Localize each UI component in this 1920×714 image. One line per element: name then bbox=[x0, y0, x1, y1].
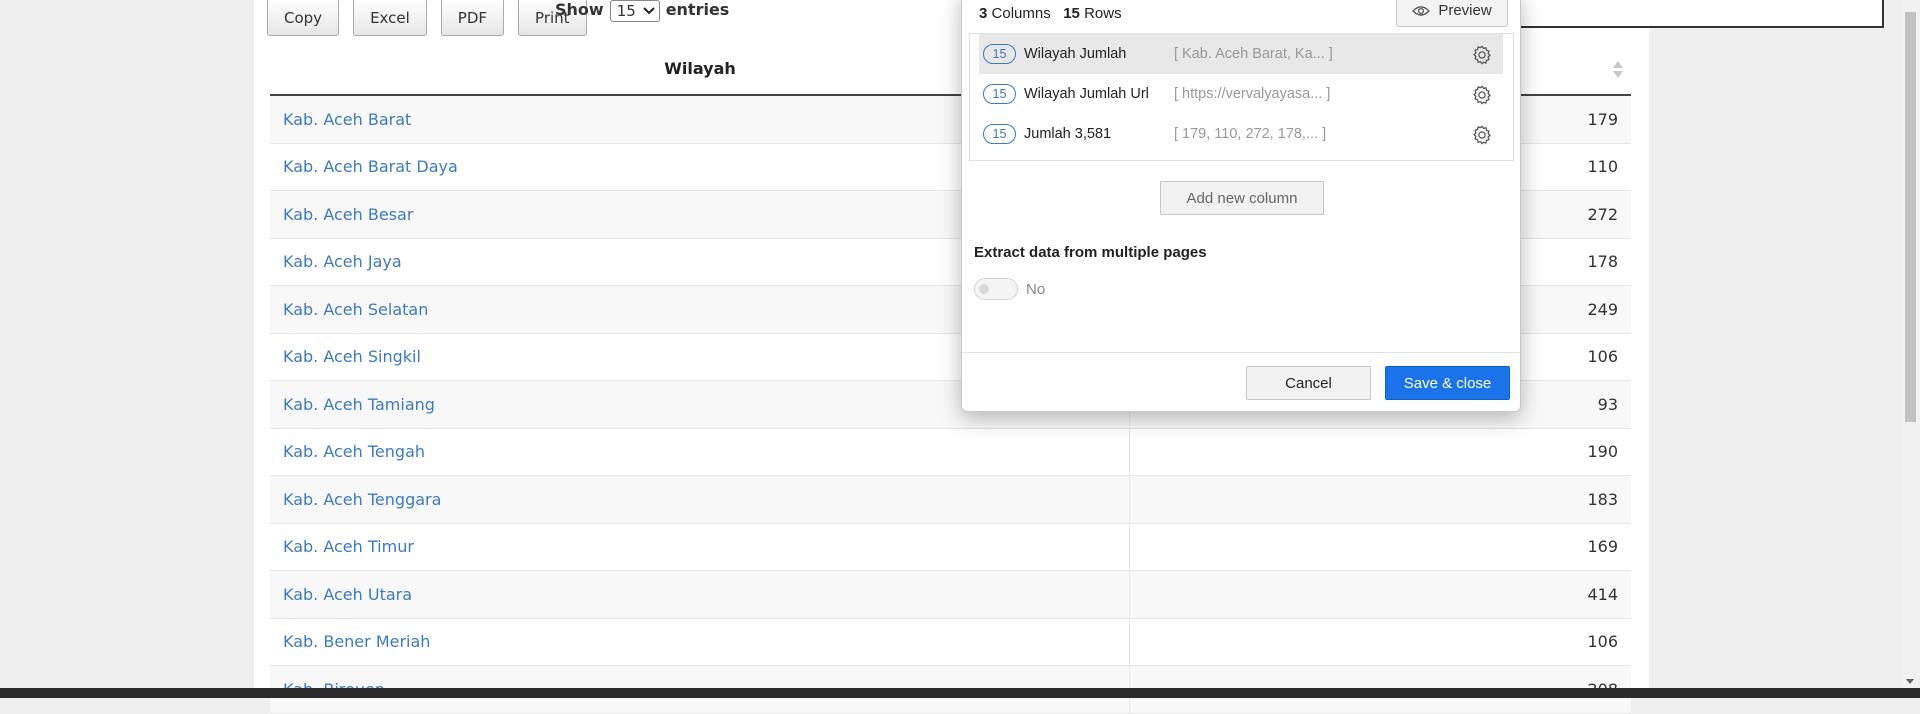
entries-select[interactable]: 15 bbox=[609, 0, 660, 22]
table-row: Kab. Aceh Tengah 190 bbox=[270, 428, 1631, 476]
scrollbar-thumb[interactable] bbox=[1905, 12, 1916, 422]
multiple-pages-toggle[interactable] bbox=[974, 278, 1018, 300]
pdf-button[interactable]: PDF bbox=[440, 0, 505, 36]
column-count-badge: 15 bbox=[983, 124, 1016, 144]
column-count-badge: 15 bbox=[983, 84, 1016, 104]
chevron-down-icon bbox=[642, 7, 655, 15]
wilayah-link[interactable]: Kab. Aceh Tenggara bbox=[270, 476, 1130, 523]
jumlah-cell: 106 bbox=[1587, 632, 1618, 652]
copy-button[interactable]: Copy bbox=[267, 0, 340, 36]
entries-label: entries bbox=[665, 0, 730, 19]
table-row: Kab. Aceh Utara 414 bbox=[270, 571, 1631, 619]
scroll-down-arrow-icon[interactable] bbox=[1906, 679, 1914, 684]
excel-button[interactable]: Excel bbox=[353, 0, 427, 36]
wilayah-link[interactable]: Kab. Aceh Timur bbox=[270, 523, 1130, 570]
taskbar bbox=[0, 688, 1920, 698]
eye-icon bbox=[1412, 5, 1431, 16]
save-and-close-button[interactable]: Save & close bbox=[1385, 366, 1510, 400]
gear-icon[interactable] bbox=[1471, 124, 1493, 146]
rows-label: Rows bbox=[1084, 5, 1122, 22]
show-label: Show bbox=[555, 0, 604, 19]
wilayah-link[interactable]: Kab. Aceh Tengah bbox=[270, 428, 1130, 475]
columns-count: 3 bbox=[979, 5, 988, 22]
preview-button[interactable]: Preview bbox=[1396, 0, 1508, 27]
rows-count: 15 bbox=[1063, 5, 1080, 22]
jumlah-cell: 183 bbox=[1587, 489, 1618, 509]
column-preview: [ https://vervalyayasa... ] bbox=[1174, 86, 1331, 102]
column-name: Wilayah Jumlah bbox=[1024, 46, 1127, 62]
add-new-column-button[interactable]: Add new column bbox=[1160, 181, 1324, 215]
toggle-label: No bbox=[1026, 280, 1046, 298]
export-toolbar: Copy Excel PDF Print bbox=[267, 0, 591, 38]
extract-multiple-pages-label: Extract data from multiple pages bbox=[974, 244, 1207, 261]
columns-label: Columns bbox=[991, 5, 1051, 22]
page-scrollbar[interactable] bbox=[1901, 0, 1920, 688]
search-input[interactable] bbox=[1508, 0, 1884, 28]
table-row: Kab. Bener Meriah 106 bbox=[270, 618, 1631, 666]
column-item[interactable]: 15 Wilayah Jumlah [ Kab. Aceh Barat, Ka.… bbox=[979, 34, 1503, 74]
jumlah-cell: 190 bbox=[1587, 442, 1618, 462]
column-item[interactable]: 15 Jumlah 3,581 [ 179, 110, 272, 178,...… bbox=[979, 114, 1503, 154]
gear-icon[interactable] bbox=[1471, 44, 1493, 66]
wilayah-link[interactable]: Kab. Aceh Utara bbox=[270, 571, 1130, 618]
sort-icon[interactable] bbox=[1613, 61, 1623, 79]
dialog-summary: 3 Columns 15 Rows bbox=[979, 5, 1122, 22]
column-count-badge: 15 bbox=[983, 44, 1016, 64]
column-name: Wilayah Jumlah Url bbox=[1024, 86, 1149, 102]
column-preview: [ Kab. Aceh Barat, Ka... ] bbox=[1174, 46, 1333, 62]
column-list: 15 Wilayah Jumlah [ Kab. Aceh Barat, Ka.… bbox=[969, 33, 1514, 161]
column-item[interactable]: 15 Wilayah Jumlah Url [ https://vervalya… bbox=[979, 74, 1503, 114]
toggle-knob bbox=[979, 284, 989, 294]
multiple-pages-toggle-row: No bbox=[974, 278, 1045, 300]
entries-select-value: 15 bbox=[616, 2, 636, 20]
cancel-button[interactable]: Cancel bbox=[1246, 366, 1371, 400]
extract-data-dialog: 3 Columns 15 Rows Preview 15 Wilayah Jum… bbox=[961, 0, 1521, 412]
column-name: Jumlah 3,581 bbox=[1024, 126, 1112, 142]
gear-icon[interactable] bbox=[1471, 84, 1493, 106]
jumlah-cell: 414 bbox=[1587, 584, 1618, 604]
show-entries-control: Show 15 entries bbox=[555, 0, 729, 22]
jumlah-cell: 169 bbox=[1587, 537, 1618, 557]
column-preview: [ 179, 110, 272, 178,... ] bbox=[1174, 126, 1327, 142]
dialog-divider bbox=[962, 352, 1520, 353]
table-row: Kab. Aceh Tenggara 183 bbox=[270, 476, 1631, 524]
preview-label: Preview bbox=[1438, 2, 1492, 19]
wilayah-link[interactable]: Kab. Bener Meriah bbox=[270, 618, 1130, 665]
table-row: Kab. Aceh Timur 169 bbox=[270, 523, 1631, 571]
